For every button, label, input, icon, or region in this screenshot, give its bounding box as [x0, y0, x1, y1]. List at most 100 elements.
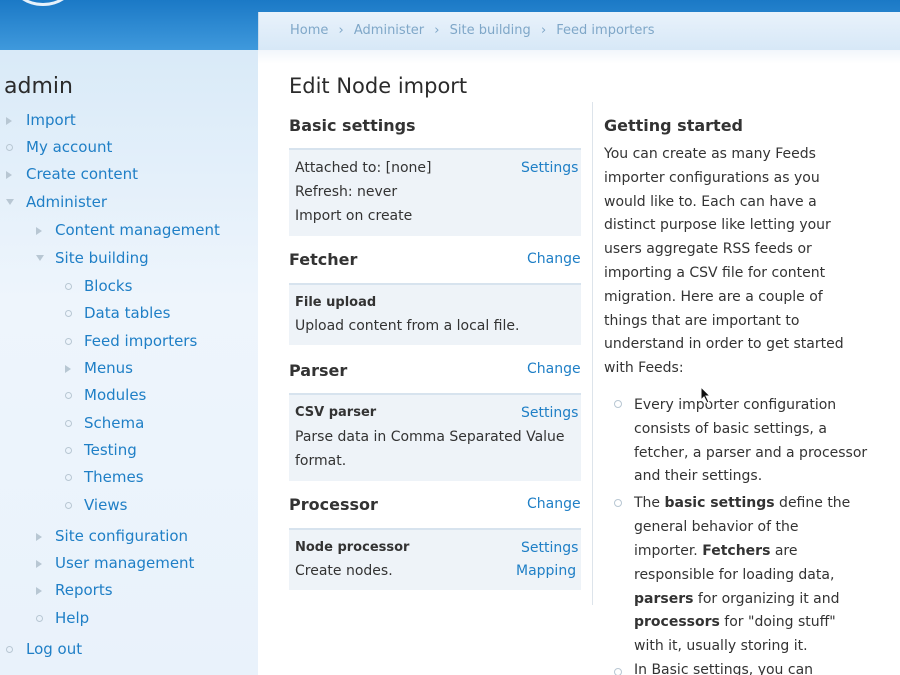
attached-to-text: Attached to: [none] [295, 160, 432, 176]
processor-description: Create nodes. [295, 563, 393, 579]
sidebar-item-create-content[interactable]: Create content [26, 165, 138, 183]
help-intro-line: distinct purpose like letting your [604, 217, 831, 234]
breadcrumb-site-building[interactable]: Site building [450, 23, 531, 38]
collapsed-arrow-icon [36, 533, 42, 541]
parser-change-link[interactable]: Change [527, 361, 581, 377]
bullet-icon [65, 310, 72, 317]
site-logo[interactable] [12, 0, 74, 6]
help-list-item-2-line-3: importer. Fetchers are [634, 543, 798, 559]
refresh-text: Refresh: never [295, 184, 398, 200]
bullet-icon [65, 338, 72, 345]
help-intro-line: users aggregate RSS feeds or [604, 241, 812, 258]
sidebar-item-menus[interactable]: Menus [84, 359, 133, 377]
breadcrumb-feed-importers[interactable]: Feed importers [556, 23, 654, 38]
bullet-icon [65, 474, 72, 481]
bullet-icon [6, 144, 13, 151]
sidebar-item-modules[interactable]: Modules [84, 386, 146, 404]
help-list-item-1-line: and their settings. [634, 468, 763, 485]
fetcher-name: File upload [295, 295, 377, 310]
expanded-arrow-icon [36, 255, 44, 261]
fetcher-heading: Fetcher [289, 250, 358, 269]
mouse-cursor-icon [700, 386, 712, 404]
collapsed-arrow-icon [6, 171, 12, 179]
parser-description-line-1: Parse data in Comma Separated Value [295, 429, 565, 445]
sidebar-item-import[interactable]: Import [26, 111, 76, 129]
processor-settings-link[interactable]: Settings [521, 540, 578, 556]
help-intro-line: importing a CSV file for content [604, 265, 826, 281]
page-title: Edit Node import [289, 74, 468, 98]
breadcrumb-separator: › [434, 23, 440, 38]
processor-mapping-link[interactable]: Mapping [516, 563, 576, 579]
help-intro-line: with Feeds: [604, 360, 684, 377]
sidebar-item-testing[interactable]: Testing [84, 441, 137, 459]
breadcrumb-administer[interactable]: Administer [354, 23, 424, 38]
fetcher-box [289, 283, 581, 345]
processor-box [289, 528, 581, 590]
sidebar-item-schema[interactable]: Schema [84, 414, 144, 432]
sidebar-item-feed-importers[interactable]: Feed importers [84, 332, 197, 350]
sidebar-item-help[interactable]: Help [55, 609, 89, 627]
help-intro-line: importer configurations as you [604, 169, 820, 186]
expanded-arrow-icon [6, 199, 14, 205]
sidebar-item-administer[interactable]: Administer [26, 193, 107, 211]
help-list-item-2-line-6: processors for "doing stuff" [634, 614, 836, 630]
bullet-icon [65, 502, 72, 509]
fetcher-change-link[interactable]: Change [527, 251, 581, 267]
breadcrumb-separator: › [540, 23, 547, 38]
breadcrumb-bar: Home › Administer › Site building › Feed… [258, 12, 900, 50]
sidebar-item-log-out[interactable]: Log out [26, 640, 82, 658]
sidebar-item-data-tables[interactable]: Data tables [84, 304, 170, 322]
breadcrumb-home[interactable]: Home [290, 23, 328, 38]
sidebar-title: admin [4, 74, 73, 99]
bullet-icon [6, 646, 13, 653]
import-on-create-text: Import on create [295, 208, 413, 224]
breadcrumb: Home › Administer › Site building › Feed… [290, 23, 660, 38]
help-list-item-2-line-5: parsers for organizing it and [634, 591, 840, 607]
breadcrumb-separator: › [338, 23, 344, 38]
sidebar-item-reports[interactable]: Reports [55, 581, 113, 599]
bullet-icon [65, 420, 72, 427]
collapsed-arrow-icon [36, 227, 42, 235]
help-list-item-2-line-1: The basic settings define the [634, 495, 851, 511]
help-list-item-1-line: consists of basic settings, a [634, 420, 827, 437]
bullet-icon [65, 283, 72, 290]
collapsed-arrow-icon [36, 587, 42, 595]
sidebar-item-blocks[interactable]: Blocks [84, 277, 132, 295]
fetcher-description: Upload content from a local file. [295, 318, 520, 334]
help-title: Getting started [604, 116, 743, 135]
bullet-icon [36, 615, 43, 622]
sidebar-item-content-management[interactable]: Content management [55, 221, 220, 239]
sidebar-item-themes[interactable]: Themes [84, 468, 144, 486]
parser-description-line-2: format. [295, 453, 347, 469]
processor-name: Node processor [295, 540, 410, 555]
processor-heading: Processor [289, 495, 378, 514]
main-top-shade [258, 50, 900, 64]
help-intro-line: would like to. Each can have a [604, 193, 817, 210]
help-intro-line: migration. Here are a couple of [604, 288, 823, 305]
sidebar-item-site-configuration[interactable]: Site configuration [55, 527, 188, 545]
help-list-item-2-line-2: general behavior of the [634, 519, 799, 535]
help-list-item-3-line-1: In Basic settings, you can [634, 662, 814, 675]
parser-heading: Parser [289, 361, 348, 380]
parser-name: CSV parser [295, 405, 377, 420]
list-bullet [614, 499, 622, 507]
collapsed-arrow-icon [6, 117, 12, 125]
help-intro-line: understand in order to get started [604, 336, 844, 353]
sidebar-item-views[interactable]: Views [84, 496, 127, 514]
sidebar-item-user-management[interactable]: User management [55, 554, 194, 572]
basic-settings-settings-link[interactable]: Settings [521, 160, 578, 176]
collapsed-arrow-icon [36, 560, 42, 568]
help-list-item-2-line-4: responsible for loading data, [634, 567, 835, 583]
basic-settings-heading: Basic settings [289, 116, 416, 135]
help-list-item-2-line-7: with it, usually storing it. [634, 638, 808, 654]
parser-settings-link[interactable]: Settings [521, 405, 578, 421]
bullet-icon [65, 392, 72, 399]
bullet-icon [65, 447, 72, 454]
help-list-item-1-line: fetcher, a parser and a processor [634, 444, 868, 461]
help-intro-line: things that are important to [604, 312, 800, 329]
help-intro-line: You can create as many Feeds [604, 146, 816, 162]
sidebar-item-my-account[interactable]: My account [26, 138, 112, 156]
processor-change-link[interactable]: Change [527, 496, 581, 512]
collapsed-arrow-icon [65, 365, 71, 373]
sidebar-item-site-building[interactable]: Site building [55, 249, 149, 267]
